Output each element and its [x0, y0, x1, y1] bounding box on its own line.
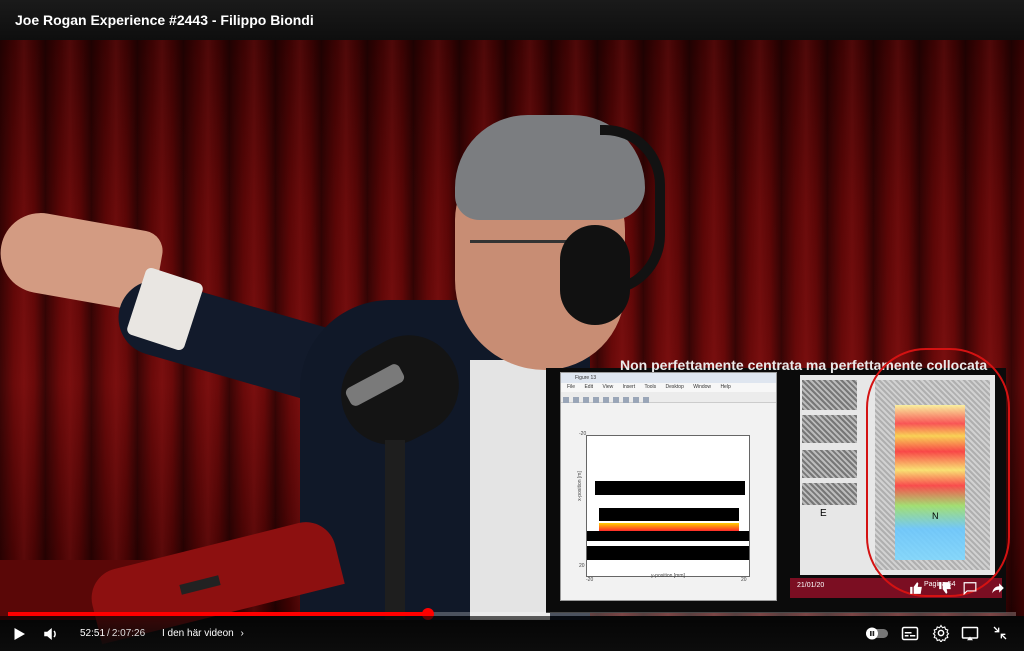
chapter-label: I den här videon [162, 628, 234, 639]
plot-xlabel: y-position [mm] [651, 573, 685, 579]
scan-block [802, 450, 857, 478]
plot-bar [595, 481, 745, 495]
menu-item: Insert [622, 384, 636, 390]
video-title[interactable]: Joe Rogan Experience #2443 - Filippo Bio… [15, 12, 314, 28]
plot-x-tick: 20 [741, 577, 747, 583]
plot-y-tick: 20 [579, 563, 585, 569]
thumbs-down-icon[interactable] [937, 581, 953, 597]
figure-menu-bar: File Edit View Insert Tools Desktop Wind… [561, 383, 776, 392]
play-icon [14, 628, 25, 640]
mute-button[interactable] [42, 625, 60, 643]
play-button[interactable] [10, 625, 28, 643]
headphone-cup [560, 225, 630, 325]
figure-window-title: Figure 13 [561, 373, 776, 383]
plot-bar [587, 531, 749, 541]
plot-heat-band [599, 523, 739, 531]
scan-block [802, 415, 857, 443]
microphone-stand [385, 440, 405, 620]
autoplay-toggle-icon [866, 627, 888, 640]
current-time: 52:51 [80, 628, 106, 639]
plot-x-tick: -20 [586, 577, 594, 583]
figure-toolbar [561, 392, 776, 403]
plot-area [586, 435, 750, 577]
cast-button[interactable] [961, 625, 979, 642]
duration: 2:07:26 [111, 628, 146, 639]
menu-item: View [602, 384, 614, 390]
menu-item: Edit [584, 384, 594, 390]
menu-item: Tools [644, 384, 657, 390]
plot-ylabel: x-position [m] [576, 471, 583, 501]
menu-item: Desktop [665, 384, 684, 390]
captions-icon [901, 626, 919, 641]
scan-label-e: E [820, 508, 827, 519]
chevron-right-icon: › [240, 628, 244, 639]
player-controls: 52:51/2:07:26 I den här videon › HD [0, 616, 1024, 651]
shirt [470, 360, 550, 620]
menu-item: Window [693, 384, 712, 390]
thumbs-up-icon[interactable] [908, 581, 924, 597]
cast-icon [961, 626, 979, 641]
volume-icon [44, 628, 56, 640]
plot-y-tick: -20 [579, 431, 587, 437]
scan-block [802, 483, 857, 505]
plot-bar [587, 546, 749, 560]
autoplay-toggle[interactable] [865, 625, 891, 642]
exit-fullscreen-icon [993, 626, 1007, 640]
scan-block [802, 380, 857, 410]
plot-bar [599, 508, 739, 521]
menu-item: File [567, 384, 576, 390]
time-display: 52:51/2:07:26 [80, 628, 145, 639]
time-separator: / [107, 628, 110, 639]
annotation-circle [866, 348, 1010, 597]
title-bar: Joe Rogan Experience #2443 - Filippo Bio… [0, 0, 1024, 40]
video-player[interactable]: Non perfettamente centrata ma perfettame… [0, 0, 1024, 651]
comment-icon[interactable] [962, 581, 978, 597]
menu-item: Help [720, 384, 731, 390]
share-icon[interactable] [990, 581, 1006, 597]
exit-fullscreen-button[interactable] [992, 625, 1008, 641]
matlab-figure-window: Figure 13 File Edit View Insert Tools De… [560, 372, 777, 601]
captions-button[interactable] [901, 625, 919, 642]
gear-icon [932, 624, 950, 642]
settings-button[interactable]: HD [932, 624, 950, 642]
slide-date: 21/01/20 [797, 582, 825, 589]
video-frame[interactable]: Non perfettamente centrata ma perfettame… [0, 0, 1024, 651]
chapter-button[interactable]: I den här videon › [162, 628, 244, 639]
